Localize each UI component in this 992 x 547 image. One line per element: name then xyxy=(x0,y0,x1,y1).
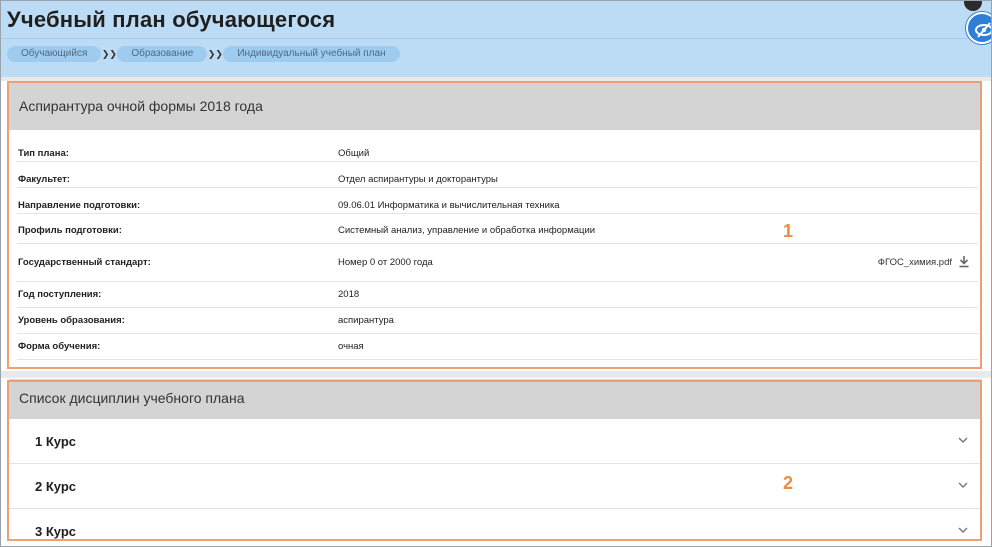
row-label: Направление подготовки: xyxy=(18,200,141,211)
plan-row-form: Форма обучения: очная xyxy=(17,334,978,360)
disciplines-section: Список дисциплин учебного плана 1 Курс 2… xyxy=(9,379,982,541)
row-value: аспирантура xyxy=(338,315,394,326)
course-label: 3 Курс xyxy=(35,524,77,539)
row-value: очная xyxy=(338,341,364,352)
plan-row-direction: Направление подготовки: 09.06.01 Информа… xyxy=(17,188,978,214)
row-value: Отдел аспирантуры и докторантуры xyxy=(338,174,498,185)
breadcrumb-item-student[interactable]: Обучающийся xyxy=(7,46,102,62)
row-label: Форма обучения: xyxy=(18,341,101,352)
chevron-right-icon: ❯❯ xyxy=(101,48,117,59)
plan-heading: Аспирантура очной формы 2018 года xyxy=(9,82,982,130)
plan-row-type: Тип плана: Общий xyxy=(17,136,978,162)
row-value: Системный анализ, управление и обработка… xyxy=(338,225,596,236)
content-separator xyxy=(1,371,991,378)
row-value: 2018 xyxy=(338,289,360,300)
plan-info-section: Аспирантура очной формы 2018 года Тип пл… xyxy=(9,82,982,369)
close-circle-icon[interactable] xyxy=(964,1,982,11)
header-divider xyxy=(1,38,991,39)
chevron-down-icon xyxy=(958,482,968,488)
row-label: Государственный стандарт: xyxy=(18,257,151,268)
page-header: Учебный план обучающегося Обучающийся ❯❯… xyxy=(1,1,991,77)
row-label: Профиль подготовки: xyxy=(18,225,122,236)
row-label: Тип плана: xyxy=(18,148,69,159)
breadcrumb-item-individual-plan[interactable]: Индивидуальный учебный план xyxy=(223,46,400,62)
breadcrumb-item-education[interactable]: Образование xyxy=(117,46,208,62)
page-title: Учебный план обучающегося xyxy=(7,7,336,32)
course-label: 2 Курс xyxy=(35,479,77,494)
content-separator xyxy=(1,77,991,81)
disciplines-heading: Список дисциплин учебного плана xyxy=(9,379,982,419)
plan-row-year: Год поступления: 2018 xyxy=(17,282,978,308)
chevron-right-icon: ❯❯ xyxy=(207,48,223,59)
row-value: Номер 0 от 2000 года xyxy=(338,257,433,268)
plan-row-level: Уровень образования: аспирантура xyxy=(17,308,978,334)
accessibility-toggle-button[interactable] xyxy=(966,12,991,44)
plan-row-standard: Государственный стандарт: Номер 0 от 200… xyxy=(17,244,978,282)
standard-file-link[interactable]: ФГОС_химия.pdf xyxy=(878,257,952,268)
eye-slash-icon xyxy=(975,22,991,38)
row-label: Год поступления: xyxy=(18,289,102,300)
app-window: Учебный план обучающегося Обучающийся ❯❯… xyxy=(0,0,992,547)
breadcrumb: Обучающийся ❯❯ Образование ❯❯ Индивидуал… xyxy=(7,46,400,62)
plan-row-profile: Профиль подготовки: Системный анализ, уп… xyxy=(17,214,978,244)
annotation-number-2: 2 xyxy=(783,473,794,493)
row-value: 09.06.01 Информатика и вычислительная те… xyxy=(338,200,560,211)
annotation-number-1: 1 xyxy=(783,221,794,241)
course-label: 1 Курс xyxy=(35,434,77,449)
chevron-down-icon xyxy=(958,527,968,533)
course-accordion-2[interactable]: 2 Курс xyxy=(9,465,982,509)
row-value: Общий xyxy=(338,148,370,159)
plan-row-faculty: Факультет: Отдел аспирантуры и докторант… xyxy=(17,162,978,188)
chevron-down-icon xyxy=(958,437,968,443)
row-label: Уровень образования: xyxy=(18,315,125,326)
row-label: Факультет: xyxy=(18,174,70,185)
course-accordion-3[interactable]: 3 Курс xyxy=(9,510,982,541)
download-icon[interactable] xyxy=(958,255,970,268)
course-accordion-1[interactable]: 1 Курс xyxy=(9,420,982,464)
